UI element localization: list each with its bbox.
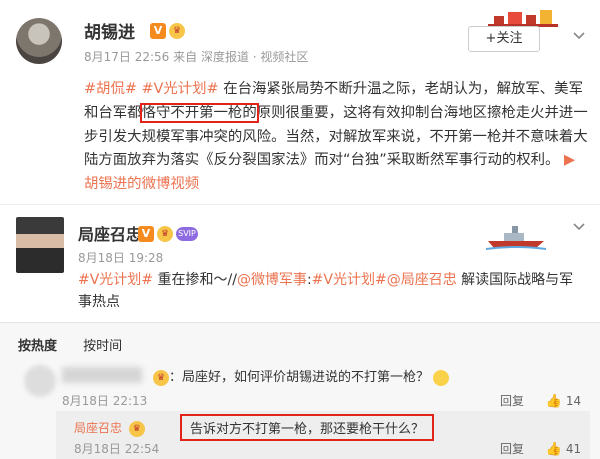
comment-content: ：局座好，如何评价胡锡进说的不打第一枪？ <box>169 370 430 385</box>
hashtag[interactable]: #胡侃# <box>84 81 137 97</box>
reply-button[interactable]: 回复 <box>500 442 524 456</box>
author-name[interactable]: 胡锡进 <box>84 18 135 43</box>
post-body: #胡侃# #V光计划# 在台海紧张局势不断升温之际，老胡认为，解放军、美军和台军… <box>84 78 590 197</box>
comment-text: ♛ ：局座好，如何评价胡锡进说的不打第一枪？ <box>150 366 450 386</box>
like-icon[interactable]: 👍 <box>546 394 562 409</box>
repost-card: 局座召忠 V ♛ SVIP 8月18日 19:28 #V光计划# 重在掺和～//@微… <box>0 204 600 320</box>
author-badges: V ♛ <box>150 20 185 39</box>
repost-body: #V光计划# 重在掺和～//@微博军事:#V光计划#@局座召忠 解读国际战略与军… <box>78 269 578 313</box>
post-source: 来自 深度报道 · 视频社区 <box>173 50 309 64</box>
post-meta: 8月17日 22:56 来自 深度报道 · 视频社区 <box>84 48 308 65</box>
author-name[interactable]: 局座召忠 <box>78 221 142 245</box>
vip-crown-icon: ♛ <box>128 420 145 437</box>
like-count: 41 <box>565 442 582 456</box>
avatar[interactable] <box>24 365 56 397</box>
follow-button[interactable]: +关注 <box>468 26 540 52</box>
tab-sort-time[interactable]: 按时间 <box>83 339 122 354</box>
avatar[interactable] <box>16 18 62 64</box>
like-count: 14 <box>565 394 582 408</box>
video-link-label[interactable]: 胡锡进的微博视频 <box>84 176 199 192</box>
hashtag[interactable]: #V光计划# <box>78 272 153 288</box>
post-time[interactable]: 8月17日 22:56 <box>84 50 169 64</box>
comment-time: 8月18日 22:13 <box>62 394 148 408</box>
chevron-down-icon[interactable] <box>572 219 586 236</box>
comment-sort-tabs: 按热度 按时间 <box>18 335 144 354</box>
reply-text: 告诉对方不打第一枪，那还要枪干什么？ <box>180 414 435 441</box>
vip-crown-icon: ♛ <box>169 22 185 39</box>
verified-icon: V <box>138 225 154 242</box>
reply-author-name[interactable]: 局座召忠 <box>74 421 122 435</box>
warship-decoration-icon <box>486 226 546 250</box>
svip-badge-icon: SVIP <box>176 226 198 241</box>
avatar[interactable] <box>16 217 64 273</box>
hashtag[interactable]: #V光计划# <box>141 81 218 97</box>
highlighted-text: 恪守不开第一枪的 <box>139 102 259 123</box>
author-badges: V ♛ SVIP <box>138 223 198 242</box>
mention-link[interactable]: @微博军事 <box>237 272 307 288</box>
reply-actions: 回复 👍 41 <box>500 440 581 457</box>
tab-sort-hot[interactable]: 按热度 <box>18 339 57 354</box>
vip-crown-icon: ♛ <box>157 225 173 242</box>
comments-section: 按热度 按时间 ♛ ：局座好，如何评价胡锡进说的不打第一枪？ 8月18日 22:1… <box>0 322 600 459</box>
mention-link[interactable]: @局座召忠 <box>387 272 457 288</box>
comment-actions: 回复 👍 14 <box>500 392 581 409</box>
reply-comment: 局座召忠 ♛ 告诉对方不打第一枪，那还要枪干什么？ 8月18日 22:54 回复… <box>56 411 590 459</box>
blurred-username[interactable] <box>62 367 142 383</box>
vip-crown-icon: ♛ <box>153 369 169 386</box>
verified-icon: V <box>150 22 166 39</box>
reply-author[interactable]: 局座召忠 ♛ <box>74 419 145 437</box>
reply-button[interactable]: 回复 <box>500 394 524 408</box>
emoji-icon <box>433 369 450 386</box>
weibo-post: 胡锡进 V ♛ 8月17日 22:56 来自 深度报道 · 视频社区 +关注 #胡… <box>0 0 600 200</box>
reply-time: 8月18日 22:54 <box>74 442 160 456</box>
chevron-down-icon[interactable] <box>572 28 586 42</box>
like-icon[interactable]: 👍 <box>546 442 562 457</box>
post-time[interactable]: 8月18日 19:28 <box>78 249 163 266</box>
repost-text: 重在掺和～// <box>153 272 237 288</box>
hashtag[interactable]: #V光计划# <box>312 272 387 288</box>
